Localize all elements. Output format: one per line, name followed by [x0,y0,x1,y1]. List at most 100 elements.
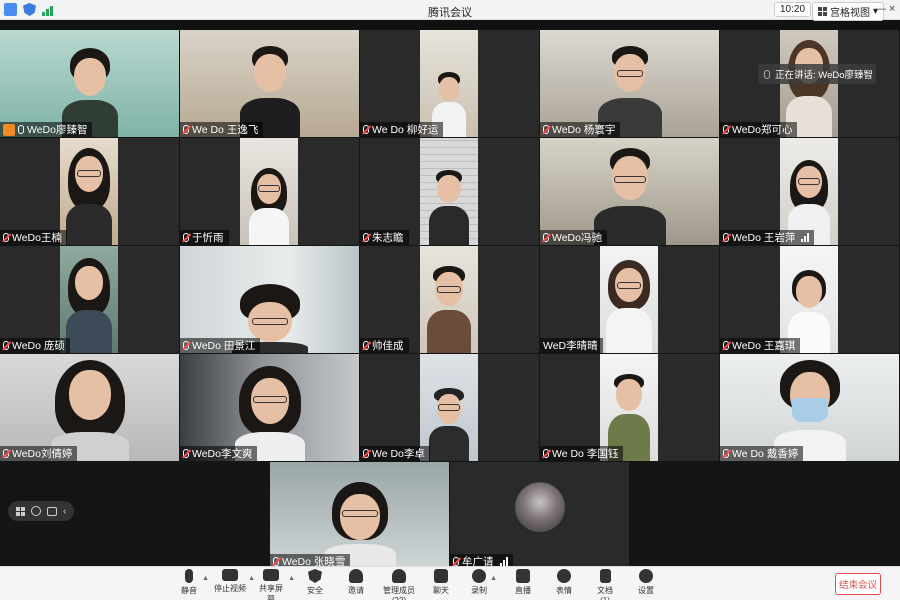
settings-button[interactable]: 设置 [637,569,655,596]
participant-name: We Do 王逸飞 [192,124,259,136]
microphone-muted-icon [3,233,9,242]
video-tile[interactable]: WeDo 庞硕 [0,246,179,353]
video-tile[interactable]: WeDo王楠 [0,138,179,245]
view-mode-button[interactable]: 宫格视图 ▾ [812,2,885,21]
gear-icon [639,569,653,583]
video-tile[interactable]: 朱志瞻 [360,138,539,245]
collapse-button[interactable]: ‹ [63,506,66,517]
participant-name-tag: We Do 王逸飞 [180,122,264,137]
microphone-muted-icon [3,449,9,458]
network-signal-icon [499,557,508,566]
invite-button[interactable]: 邀请 [347,569,365,596]
microphone-icon [764,69,770,79]
chat-label: 聊天 [433,586,449,595]
video-tile[interactable]: 牟广请 [450,462,629,569]
video-tile[interactable]: We Do 戴香婷 [720,354,899,461]
camera-icon [222,569,238,581]
microphone-muted-icon [183,125,189,134]
video-tile[interactable]: 帅佳成 [360,246,539,353]
emoji-icon [557,569,571,583]
end-meeting-button[interactable]: 结束会议 [835,573,881,595]
microphone-muted-icon [543,233,549,242]
video-tile[interactable]: WeDo冯驰 [540,138,719,245]
video-tile[interactable]: WeDo 田景江 [180,246,359,353]
video-tile[interactable]: WeDo李文爽 [180,354,359,461]
settings-label: 设置 [638,586,654,595]
mute-label: 静音 [181,586,197,595]
video-tile[interactable]: We Do 王逸飞 [180,30,359,137]
participant-name-tag: We Do李卓 [360,446,430,461]
video-tile[interactable]: WeDo刘倩婷 [0,354,179,461]
video-tile[interactable]: 于忻雨 [180,138,359,245]
video-tile[interactable]: We Do 柳好运 [360,30,539,137]
emoji-icon[interactable] [31,506,41,516]
video-tile[interactable]: We Do李卓 [360,354,539,461]
chat-button[interactable]: 聊天 [432,569,450,596]
participant-name-tag: WeDo郑可心 [720,122,798,137]
participant-name: WeDo 王嘉琪 [732,340,796,352]
chevron-up-icon[interactable]: ▲ [202,575,209,582]
participant-name-tag: WeDo 王岩萍 [720,230,815,245]
video-tile[interactable]: WeDo廖臻智 [0,30,179,137]
view-mode-label: 宫格视图 [830,8,870,19]
participant-name: WeDo 庞硕 [12,340,65,352]
mute-button[interactable]: 静音 ▲ [178,569,209,596]
participant-name-tag: We Do 柳好运 [360,122,444,137]
microphone-muted-icon [723,233,729,242]
participant-name-tag: WeD李晴晴 [540,338,603,353]
shield-icon [308,569,322,583]
microphone-muted-icon [723,341,729,350]
avatar [515,482,565,532]
video-tile[interactable]: WeDo 张晓雪 [270,462,449,569]
minimize-button[interactable]: — [875,3,886,15]
microphone-muted-icon [363,449,369,458]
live-label: 直播 [515,586,531,595]
floating-tools: ‹ [8,501,75,521]
participant-name-tag: WeDo 王嘉琪 [720,338,801,353]
meeting-toolbar: 静音 ▲ 停止视频 ▲ 共享屏幕 ▲ 安全 邀请 管理成员(22) 聊天 录制 … [0,566,900,600]
participant-name: We Do 戴香婷 [732,448,799,460]
participant-name: WeDo王楠 [12,232,62,244]
manage-members-button[interactable]: 管理成员(22) [378,569,420,600]
microphone-icon [185,569,193,583]
participant-name: WeDo 杨寰宇 [552,124,616,136]
microphone-muted-icon [183,449,189,458]
microphone-icon [18,125,24,134]
participant-name-tag: We Do 戴香婷 [720,446,804,461]
reactions-button[interactable]: 表情 [555,569,573,596]
chevron-up-icon[interactable]: ▲ [248,575,255,582]
chevron-up-icon[interactable]: ▲ [288,575,295,582]
video-tile[interactable]: WeDo 杨寰宇 [540,30,719,137]
microphone-muted-icon [543,449,549,458]
participant-name-tag: WeDo王楠 [0,230,67,245]
participant-name-tag: WeDo 杨寰宇 [540,122,621,137]
layout-icon[interactable] [16,506,25,516]
record-icon [472,569,486,583]
grid-icon[interactable] [47,506,57,516]
chevron-up-icon[interactable]: ▲ [490,575,497,582]
participant-name: WeDo 田景江 [192,340,256,352]
security-button[interactable]: 安全 [306,569,324,596]
reactions-label: 表情 [556,586,572,595]
microphone-muted-icon [183,341,189,350]
document-icon [599,569,611,583]
participant-name: 朱志瞻 [372,232,404,244]
host-icon [3,123,15,136]
close-window-button[interactable]: × [889,3,895,15]
microphone-muted-icon [363,125,369,134]
invite-label: 邀请 [348,586,364,595]
participant-name-tag: 朱志瞻 [360,230,409,245]
record-button[interactable]: 录制 ▲ [470,569,497,596]
video-tile[interactable]: WeDo 王岩萍 [720,138,899,245]
documents-label: 文档(1) [597,586,613,600]
stop-video-button[interactable]: 停止视频 ▲ [214,569,255,594]
participant-name-tag: WeDo 庞硕 [0,338,70,353]
share-screen-button[interactable]: 共享屏幕 ▲ [256,569,295,600]
live-button[interactable]: 直播 [514,569,532,596]
video-tile[interactable]: WeDo 王嘉琪 [720,246,899,353]
documents-button[interactable]: 文档(1) [593,569,617,600]
video-tile[interactable]: WeD李晴晴 [540,246,719,353]
chat-icon [434,569,448,583]
video-tile[interactable]: We Do 李国钰 [540,354,719,461]
share-screen-icon [263,569,279,581]
